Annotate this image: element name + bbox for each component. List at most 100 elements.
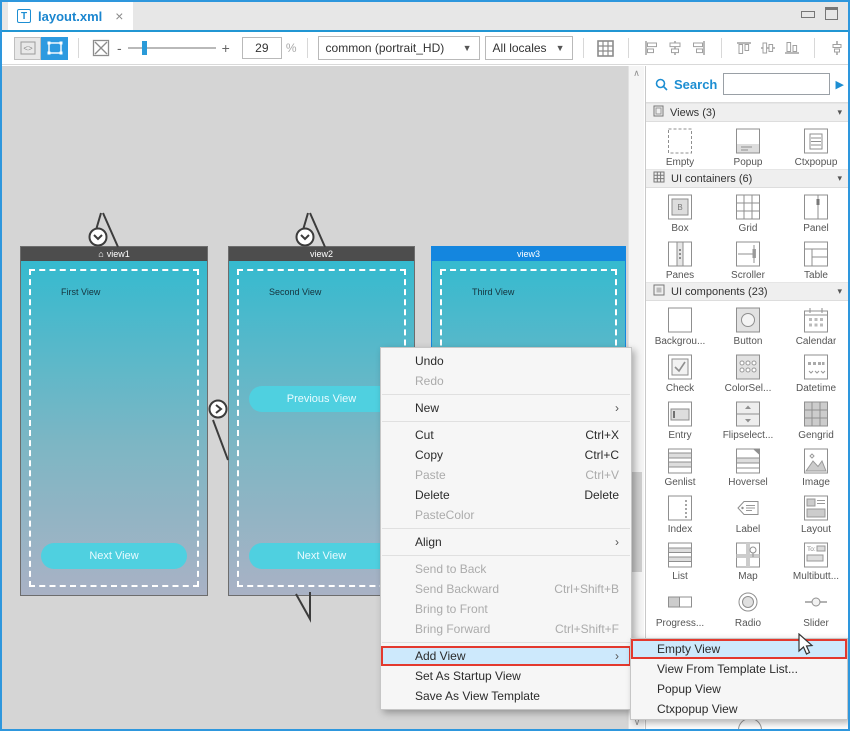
submenu-item-view-from-template-list[interactable]: View From Template List... — [631, 659, 847, 679]
menu-item-undo[interactable]: Undo — [381, 351, 631, 371]
palette-item-panel[interactable]: Panel — [782, 188, 850, 235]
zoom-in-label[interactable]: + — [222, 40, 230, 56]
chevron-down-icon: ▼ — [463, 43, 472, 53]
view3-label[interactable]: Third View — [472, 287, 514, 297]
menu-item-save-as-view-template[interactable]: Save As View Template — [381, 686, 631, 706]
submenu-item-popup-view[interactable]: Popup View — [631, 679, 847, 699]
palette-item-datetime[interactable]: Datetime — [782, 348, 850, 395]
palette-item-index[interactable]: Index — [646, 489, 714, 536]
menu-item-label: Set As Startup View — [415, 666, 619, 686]
view1-label[interactable]: First View — [61, 287, 100, 297]
collapse-caret-icon[interactable]: ▾ — [837, 286, 842, 297]
view1-next-button[interactable]: Next View — [41, 543, 187, 569]
align-top-button[interactable] — [732, 36, 756, 60]
palette-item-label: Slider — [803, 618, 829, 629]
align-bottom-button[interactable] — [780, 36, 804, 60]
align-center-button[interactable] — [663, 36, 687, 60]
palette-item-radio[interactable]: Radio — [714, 583, 782, 630]
maximize-icon[interactable] — [825, 7, 838, 20]
menu-item-copy[interactable]: CopyCtrl+C — [381, 445, 631, 465]
palette-item-grid[interactable]: Grid — [714, 188, 782, 235]
view1-mockup[interactable]: ⌂ view1 First View Next View — [20, 246, 208, 596]
zoom-out-label[interactable]: - — [117, 40, 122, 56]
palette-section-header-ui-components-23[interactable]: UI components (23)▾ — [646, 282, 850, 301]
collapse-caret-icon[interactable]: ▾ — [837, 107, 842, 118]
palette-item-calendar[interactable]: Calendar — [782, 301, 850, 348]
palette-item-label: Backgrou... — [655, 336, 706, 347]
palette-item-flipselect[interactable]: Flipselect... — [714, 395, 782, 442]
view2-next-button[interactable]: Next View — [249, 543, 394, 569]
palette-item-progress[interactable]: Progress... — [646, 583, 714, 630]
box-widget-icon: B — [667, 192, 693, 221]
menu-item-cut[interactable]: CutCtrl+X — [381, 425, 631, 445]
view2-label[interactable]: Second View — [269, 287, 321, 297]
palette-item-label[interactable]: Label — [714, 489, 782, 536]
menu-item-add-view[interactable]: Add View› — [381, 646, 631, 666]
palette-item-check[interactable]: Check — [646, 348, 714, 395]
minimize-icon[interactable] — [801, 11, 815, 18]
palette-item-list[interactable]: List — [646, 536, 714, 583]
view2-previous-button[interactable]: Previous View — [249, 386, 394, 412]
menu-item-shortcut: Ctrl+Shift+B — [554, 579, 619, 599]
sec-components-icon — [653, 284, 665, 299]
palette-item-box[interactable]: BBox — [646, 188, 714, 235]
view2-outgoing-transition-line[interactable] — [296, 592, 310, 619]
menu-item-align[interactable]: Align› — [381, 532, 631, 552]
source-view-button[interactable]: <> — [14, 37, 41, 60]
view1-body[interactable]: First View Next View — [21, 261, 207, 595]
palette-item-slider[interactable]: Slider — [782, 583, 850, 630]
palette-item-colorsel[interactable]: ColorSel... — [714, 348, 782, 395]
palette-item-popup[interactable]: Popup — [714, 122, 782, 169]
palette-item-backgrou[interactable]: Backgrou... — [646, 301, 714, 348]
palette-section-header-ui-containers-6[interactable]: UI containers (6)▾ — [646, 169, 850, 188]
palette-item-empty[interactable]: Empty — [646, 122, 714, 169]
zoom-slider-handle[interactable] — [142, 41, 147, 55]
align-middle-button[interactable] — [756, 36, 780, 60]
submenu-item-empty-view[interactable]: Empty View — [631, 639, 847, 659]
menu-item-new[interactable]: New› — [381, 398, 631, 418]
scroll-up-icon[interactable]: ∧ — [629, 66, 644, 80]
locales-dropdown[interactable]: All locales ▼ — [485, 36, 573, 60]
palette-item-map[interactable]: Map — [714, 536, 782, 583]
menu-item-delete[interactable]: DeleteDelete — [381, 485, 631, 505]
menu-item-set-as-startup-view[interactable]: Set As Startup View — [381, 666, 631, 686]
scrollbar-thumb[interactable] — [631, 472, 642, 572]
palette-search-input[interactable] — [723, 73, 829, 95]
zoom-percent-input[interactable] — [242, 37, 282, 59]
palette-item-hoversel[interactable]: Hoversel — [714, 442, 782, 489]
view1-to-view2-connector[interactable] — [210, 401, 229, 461]
fit-to-window-button[interactable] — [89, 36, 113, 60]
search-go-icon[interactable]: ▶ — [836, 78, 844, 91]
grid-toggle-button[interactable] — [594, 36, 618, 60]
palette-item-multibutt[interactable]: To:Multibutt... — [782, 536, 850, 583]
tab-layout-xml[interactable]: T layout.xml × — [8, 2, 133, 30]
palette-section-header-views-3[interactable]: Views (3)▾ — [646, 103, 850, 122]
design-view-button[interactable] — [41, 37, 68, 60]
menu-item-label: Bring to Front — [415, 599, 619, 619]
palette-item-gengrid[interactable]: Gengrid — [782, 395, 850, 442]
profile-dropdown[interactable]: common (portrait_HD) ▼ — [318, 36, 480, 60]
palette-item-scroller[interactable]: Scroller — [714, 235, 782, 282]
align-right-button[interactable] — [687, 36, 711, 60]
palette-item-layout[interactable]: Layout — [782, 489, 850, 536]
widget-palette: Search ▶ Views (3)▾EmptyPopupCtxpopupUI … — [645, 66, 850, 729]
zoom-slider-track[interactable] — [128, 47, 216, 49]
distribute-horizontal-button[interactable] — [825, 36, 848, 60]
palette-item-label: Gengrid — [798, 430, 834, 441]
palette-item-button[interactable]: Button — [714, 301, 782, 348]
view2-header[interactable]: view2 — [229, 247, 414, 261]
collapse-caret-icon[interactable]: ▾ — [837, 173, 842, 184]
palette-item-genlist[interactable]: Genlist — [646, 442, 714, 489]
palette-item-table[interactable]: Table — [782, 235, 850, 282]
palette-item-ctxpopup[interactable]: Ctxpopup — [782, 122, 850, 169]
tab-close-icon[interactable]: × — [115, 8, 123, 24]
palette-item-image[interactable]: Image — [782, 442, 850, 489]
view1-transition-marker[interactable] — [90, 213, 119, 247]
view3-header[interactable]: view3 — [432, 247, 625, 261]
view1-header[interactable]: ⌂ view1 — [21, 247, 207, 261]
view2-transition-marker[interactable] — [297, 213, 326, 247]
palette-item-panes[interactable]: Panes — [646, 235, 714, 282]
palette-item-entry[interactable]: Entry — [646, 395, 714, 442]
align-left-button[interactable] — [639, 36, 663, 60]
submenu-item-ctxpopup-view[interactable]: Ctxpopup View — [631, 699, 847, 719]
